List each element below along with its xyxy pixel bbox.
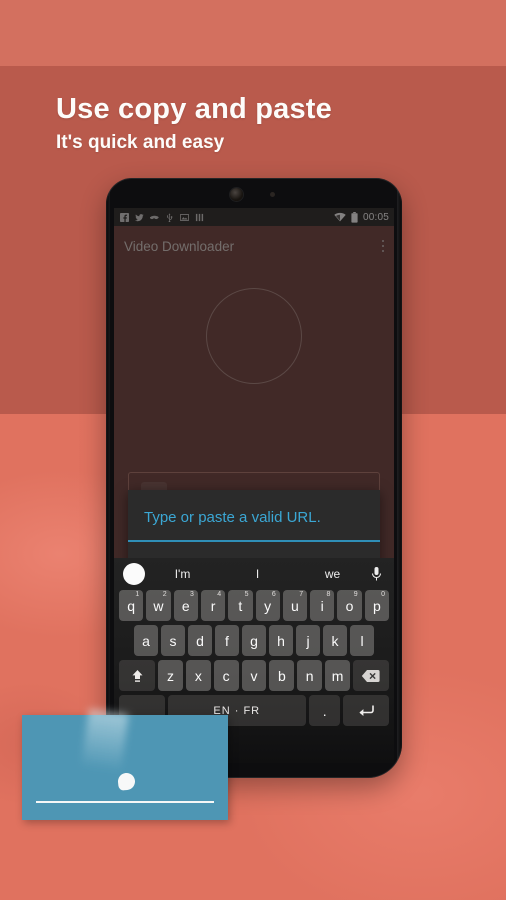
key-v[interactable]: v [241, 660, 267, 691]
enter-arrow-icon [359, 705, 375, 716]
key-c[interactable]: c [213, 660, 239, 691]
key-z[interactable]: z [158, 660, 183, 691]
key-i-label: i [320, 597, 324, 614]
key-o-label: o [345, 597, 354, 614]
promo-headline: Use copy and paste [56, 93, 332, 125]
key-l[interactable]: l [350, 625, 374, 656]
key-t[interactable]: 5t [228, 590, 253, 621]
shift-arrow-icon [132, 669, 143, 682]
key-m[interactable]: m [325, 660, 350, 691]
key-x[interactable]: x [185, 660, 211, 691]
card-progress-line [36, 800, 214, 803]
key-s[interactable]: s [161, 625, 185, 656]
key-j[interactable]: j [296, 625, 320, 656]
key-h[interactable]: h [269, 625, 293, 656]
row2-right-spacer [377, 625, 389, 656]
key-f[interactable]: f [215, 625, 239, 656]
key-u-label: u [291, 597, 299, 614]
phone-right-edge [397, 178, 402, 778]
key-r-number: 4 [217, 591, 222, 598]
key-a[interactable]: a [134, 625, 158, 656]
key-u-number: 7 [299, 591, 304, 598]
key-e-label: e [181, 597, 190, 614]
key-o-number: 9 [353, 591, 358, 598]
key-t-label: t [238, 597, 243, 614]
clipboard-chip-icon[interactable] [123, 563, 145, 585]
suggestion-2[interactable]: I [220, 567, 295, 581]
key-p-label: p [372, 597, 381, 614]
backspace-icon[interactable] [352, 660, 389, 691]
key-y[interactable]: 6y [255, 590, 280, 621]
row2-left-spacer [119, 625, 131, 656]
shift-icon[interactable] [119, 660, 156, 691]
key-q-label: q [127, 597, 136, 614]
key-e-number: 3 [190, 591, 194, 598]
key-y-number: 6 [271, 591, 276, 598]
key-r-label: r [210, 597, 216, 614]
suggestion-strip: I'm I we [117, 558, 391, 590]
promo-background-top-band [0, 0, 506, 66]
key-n[interactable]: n [297, 660, 323, 691]
phone-screen: 00:05 Video Downloader BROWSE FACEBOOK V… [114, 208, 394, 763]
video-preview-card[interactable] [22, 708, 228, 820]
microphone-icon[interactable] [370, 566, 383, 582]
keyboard-row-3: z x c v b n m [117, 660, 391, 691]
play-blob-icon [117, 772, 136, 791]
keyboard-row-1: 1q 2w 3e 4r 5t 6y 7u 8i 9o 0p [117, 590, 391, 621]
key-u[interactable]: 7u [282, 590, 308, 621]
front-camera-icon [230, 188, 243, 201]
backspace-glyph-icon [362, 669, 381, 682]
suggestion-1[interactable]: I'm [145, 567, 220, 581]
key-w[interactable]: 2w [146, 590, 171, 621]
dialog-title: Type or paste a valid URL. [144, 509, 321, 526]
key-y-label: y [264, 597, 272, 614]
key-o[interactable]: 9o [337, 590, 362, 621]
key-q-number: 1 [135, 591, 140, 598]
card-smoke-overlay [79, 708, 129, 784]
key-r[interactable]: 4r [200, 590, 226, 621]
keyboard-row-2: a s d f g h j k l [117, 625, 391, 656]
key-i[interactable]: 8i [310, 590, 335, 621]
key-w-number: 2 [162, 591, 167, 598]
phone-mockup: 00:05 Video Downloader BROWSE FACEBOOK V… [106, 178, 402, 778]
key-k[interactable]: k [323, 625, 347, 656]
key-p[interactable]: 0p [364, 590, 389, 621]
key-t-number: 5 [244, 591, 249, 598]
enter-icon[interactable] [343, 695, 389, 726]
promo-headline-block: Use copy and paste It's quick and easy [56, 92, 456, 156]
key-q[interactable]: 1q [119, 590, 144, 621]
key-i-number: 8 [326, 591, 331, 598]
phone-left-edge [106, 178, 110, 778]
period-key[interactable]: . [308, 695, 341, 726]
key-b[interactable]: b [269, 660, 295, 691]
key-e[interactable]: 3e [173, 590, 198, 621]
key-p-number: 0 [381, 591, 385, 598]
key-d[interactable]: d [188, 625, 212, 656]
key-w-label: w [153, 597, 164, 614]
proximity-sensor-icon [270, 192, 275, 197]
promo-subheadline: It's quick and easy [56, 132, 225, 153]
suggestion-3[interactable]: we [295, 567, 370, 581]
dialog-header: Type or paste a valid URL. [128, 490, 380, 536]
key-g[interactable]: g [242, 625, 266, 656]
